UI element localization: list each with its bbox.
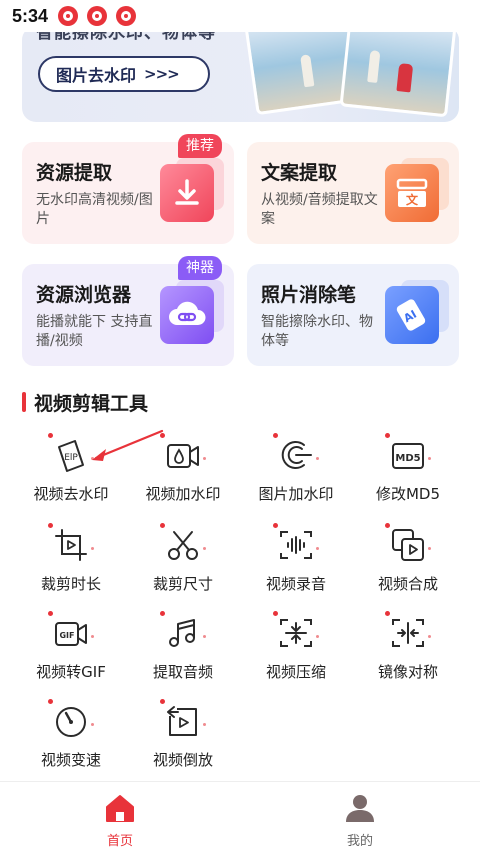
mirror-icon: [392, 619, 424, 647]
notification-app-icon: [116, 6, 137, 26]
tool-video-record-audio[interactable]: 视频录音: [240, 523, 352, 607]
bottom-navigation: 首页 我的: [0, 781, 480, 853]
artifact-badge: 神器: [178, 256, 222, 280]
trim-duration-icon: [55, 529, 87, 561]
video-add-watermark-icon: [167, 444, 199, 468]
tool-label: 裁剪时长: [40, 575, 101, 593]
card-title: 文案提取: [261, 162, 338, 184]
svg-text:ElP: ElP: [64, 453, 78, 463]
notification-app-icon: [87, 6, 108, 26]
tool-label: 视频加水印: [145, 485, 221, 503]
section-title-video-tools: 视频剪辑工具: [22, 390, 149, 415]
card-desc: 无水印高清视频/图片: [36, 192, 153, 227]
card-desc: 智能擦除水印、物体等: [261, 314, 373, 349]
reverse-icon: [167, 706, 197, 736]
profile-icon: [346, 795, 374, 822]
card-resource-extract[interactable]: 推荐 资源提取 无水印高清视频/图片: [22, 134, 234, 244]
video-merge-icon: [392, 529, 424, 561]
nav-item-profile[interactable]: 我的: [300, 790, 420, 850]
card-title: 资源浏览器: [36, 284, 132, 306]
ai-eraser-icon: AI: [385, 280, 449, 344]
tool-label: 视频压缩: [265, 663, 326, 681]
tool-label: 视频去水印: [33, 485, 109, 503]
tool-crop-size[interactable]: 裁剪尺寸: [127, 523, 239, 607]
video-remove-watermark-icon: ElP: [58, 440, 84, 472]
card-desc: 从视频/音频提取文案: [261, 192, 378, 227]
tool-trim-duration[interactable]: 裁剪时长: [15, 523, 127, 607]
nav-label-profile: 我的: [346, 834, 373, 849]
tool-image-add-watermark[interactable]: 图片加水印: [240, 433, 352, 517]
video-compress-icon: [280, 619, 312, 647]
tool-video-to-gif[interactable]: GIF 视频转GIF: [15, 611, 127, 695]
tool-label: 修改MD5: [375, 485, 441, 503]
audio-record-icon: [280, 531, 312, 559]
tool-label: 视频录音: [265, 575, 326, 593]
section-accent-bar: [22, 392, 26, 412]
svg-text:文: 文: [406, 192, 419, 207]
tool-video-compress[interactable]: 视频压缩: [240, 611, 352, 695]
tool-video-reverse[interactable]: 视频倒放: [127, 699, 239, 783]
recommend-badge: 推荐: [178, 134, 222, 158]
card-copy-extract[interactable]: 文案提取 从视频/音频提取文案 文: [247, 142, 459, 244]
banner-photo: [339, 26, 457, 118]
promo-banner[interactable]: 智能擦除水印、物体等 图片去水印 >>>: [22, 26, 459, 122]
tool-label: 视频倒放: [152, 751, 213, 769]
tool-label: 图片加水印: [258, 485, 334, 503]
nav-item-home[interactable]: 首页: [60, 790, 180, 850]
image-remove-watermark-button[interactable]: 图片去水印 >>>: [38, 56, 210, 92]
nav-label-home: 首页: [106, 834, 133, 849]
crop-size-icon: [168, 531, 198, 560]
tool-modify-md5[interactable]: MD5 修改MD5: [352, 433, 464, 517]
tool-label: 镜像对称: [377, 663, 438, 681]
card-title: 资源提取: [36, 162, 113, 184]
card-photo-eraser[interactable]: 照片消除笔 智能擦除水印、物体等 AI: [247, 264, 459, 366]
tool-video-merge[interactable]: 视频合成: [352, 523, 464, 607]
notification-app-icon: [58, 6, 79, 26]
tool-mirror-symmetry[interactable]: 镜像对称: [352, 611, 464, 695]
tool-label: 视频合成: [377, 575, 438, 593]
triple-chevron-icon: >>>: [144, 65, 180, 83]
card-resource-browser[interactable]: 神器 资源浏览器 能播就能下 支持直播/视频: [22, 256, 234, 366]
status-time: 5:34: [12, 5, 49, 26]
home-icon: [106, 795, 134, 822]
tool-label: 裁剪尺寸: [152, 575, 213, 593]
image-add-watermark-icon: [281, 441, 312, 469]
speed-icon: [56, 707, 86, 737]
banner-button-label: 图片去水印: [56, 66, 137, 85]
svg-text:GIF: GIF: [59, 631, 74, 640]
tool-extract-audio[interactable]: 提取音频: [127, 611, 239, 695]
text-document-icon: 文: [385, 158, 449, 222]
card-title: 照片消除笔: [261, 284, 357, 306]
md5-icon: MD5: [392, 443, 424, 469]
status-bar: 5:34: [0, 0, 480, 32]
download-icon: [160, 158, 224, 222]
annotation-arrow-icon: [92, 429, 164, 461]
tool-video-speed[interactable]: 视频变速: [15, 699, 127, 783]
extract-audio-icon: [169, 619, 195, 647]
video-to-gif-icon: GIF: [55, 622, 87, 646]
svg-text:MD5: MD5: [395, 453, 420, 464]
tool-label: 视频变速: [40, 751, 101, 769]
card-desc: 能播就能下 支持直播/视频: [36, 314, 153, 349]
tool-label: 视频转GIF: [36, 663, 106, 681]
section-title-text: 视频剪辑工具: [34, 392, 149, 415]
tool-label: 提取音频: [152, 663, 213, 681]
cloud-link-icon: [160, 280, 224, 344]
